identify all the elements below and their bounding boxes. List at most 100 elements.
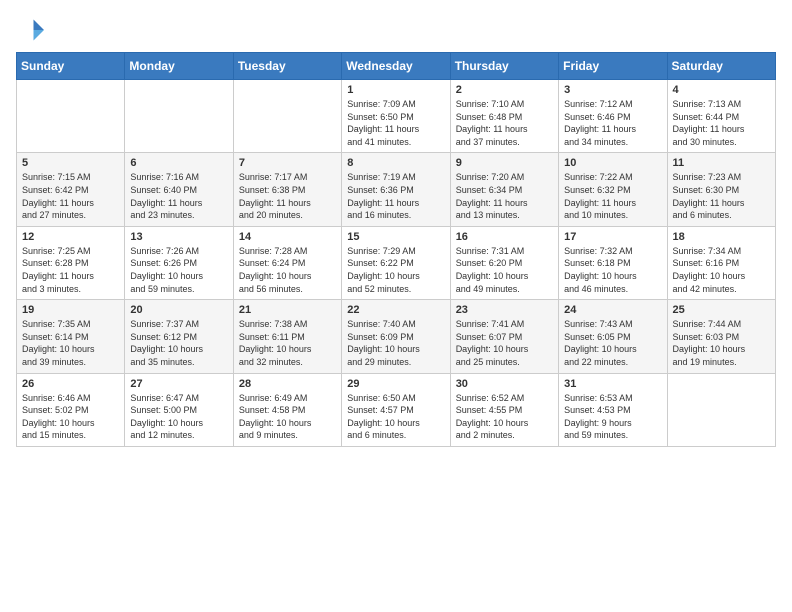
- weekday-header-tuesday: Tuesday: [233, 53, 341, 80]
- day-info: Sunrise: 7:15 AM Sunset: 6:42 PM Dayligh…: [22, 171, 119, 221]
- weekday-header-friday: Friday: [559, 53, 667, 80]
- calendar-cell: 26 Sunrise: 6:46 AM Sunset: 5:02 PM Dayli…: [17, 373, 125, 446]
- day-number: 11: [673, 157, 770, 169]
- day-number: 22: [347, 304, 444, 316]
- logo-icon: [16, 16, 44, 44]
- day-info: Sunrise: 7:20 AM Sunset: 6:34 PM Dayligh…: [456, 171, 553, 221]
- day-info: Sunrise: 6:47 AM Sunset: 5:00 PM Dayligh…: [130, 392, 227, 442]
- weekday-header-sunday: Sunday: [17, 53, 125, 80]
- day-number: 14: [239, 231, 336, 243]
- calendar-cell: [125, 80, 233, 153]
- day-number: 12: [22, 231, 119, 243]
- day-info: Sunrise: 7:17 AM Sunset: 6:38 PM Dayligh…: [239, 171, 336, 221]
- calendar-week-row: 19 Sunrise: 7:35 AM Sunset: 6:14 PM Dayli…: [17, 300, 776, 373]
- day-number: 24: [564, 304, 661, 316]
- day-info: Sunrise: 7:09 AM Sunset: 6:50 PM Dayligh…: [347, 98, 444, 148]
- calendar-cell: 22 Sunrise: 7:40 AM Sunset: 6:09 PM Dayli…: [342, 300, 450, 373]
- day-info: Sunrise: 7:16 AM Sunset: 6:40 PM Dayligh…: [130, 171, 227, 221]
- calendar-cell: 12 Sunrise: 7:25 AM Sunset: 6:28 PM Dayli…: [17, 226, 125, 299]
- day-info: Sunrise: 6:52 AM Sunset: 4:55 PM Dayligh…: [456, 392, 553, 442]
- day-number: 17: [564, 231, 661, 243]
- day-number: 29: [347, 378, 444, 390]
- calendar-week-row: 12 Sunrise: 7:25 AM Sunset: 6:28 PM Dayli…: [17, 226, 776, 299]
- calendar-week-row: 26 Sunrise: 6:46 AM Sunset: 5:02 PM Dayli…: [17, 373, 776, 446]
- day-number: 31: [564, 378, 661, 390]
- calendar-table: SundayMondayTuesdayWednesdayThursdayFrid…: [16, 52, 776, 447]
- day-info: Sunrise: 7:35 AM Sunset: 6:14 PM Dayligh…: [22, 318, 119, 368]
- day-info: Sunrise: 7:22 AM Sunset: 6:32 PM Dayligh…: [564, 171, 661, 221]
- day-info: Sunrise: 7:19 AM Sunset: 6:36 PM Dayligh…: [347, 171, 444, 221]
- day-info: Sunrise: 7:10 AM Sunset: 6:48 PM Dayligh…: [456, 98, 553, 148]
- day-number: 27: [130, 378, 227, 390]
- day-number: 8: [347, 157, 444, 169]
- calendar-cell: 18Sunrise: 7:34 AM Sunset: 6:16 PM Dayli…: [667, 226, 775, 299]
- day-info: Sunrise: 7:34 AM Sunset: 6:16 PM Dayligh…: [673, 245, 770, 295]
- calendar-cell: [17, 80, 125, 153]
- day-info: Sunrise: 6:50 AM Sunset: 4:57 PM Dayligh…: [347, 392, 444, 442]
- day-info: Sunrise: 7:32 AM Sunset: 6:18 PM Dayligh…: [564, 245, 661, 295]
- calendar-cell: 15Sunrise: 7:29 AM Sunset: 6:22 PM Dayli…: [342, 226, 450, 299]
- calendar-cell: 20 Sunrise: 7:37 AM Sunset: 6:12 PM Dayli…: [125, 300, 233, 373]
- weekday-header-row: SundayMondayTuesdayWednesdayThursdayFrid…: [17, 53, 776, 80]
- day-info: Sunrise: 7:25 AM Sunset: 6:28 PM Dayligh…: [22, 245, 119, 295]
- day-info: Sunrise: 7:23 AM Sunset: 6:30 PM Dayligh…: [673, 171, 770, 221]
- day-number: 5: [22, 157, 119, 169]
- calendar-cell: 7 Sunrise: 7:17 AM Sunset: 6:38 PM Daylig…: [233, 153, 341, 226]
- calendar-cell: 8 Sunrise: 7:19 AM Sunset: 6:36 PM Daylig…: [342, 153, 450, 226]
- day-number: 2: [456, 84, 553, 96]
- day-info: Sunrise: 7:41 AM Sunset: 6:07 PM Dayligh…: [456, 318, 553, 368]
- day-number: 3: [564, 84, 661, 96]
- calendar-cell: 30 Sunrise: 6:52 AM Sunset: 4:55 PM Dayli…: [450, 373, 558, 446]
- weekday-header-saturday: Saturday: [667, 53, 775, 80]
- calendar-cell: 4 Sunrise: 7:13 AM Sunset: 6:44 PM Daylig…: [667, 80, 775, 153]
- day-info: Sunrise: 7:31 AM Sunset: 6:20 PM Dayligh…: [456, 245, 553, 295]
- day-number: 13: [130, 231, 227, 243]
- day-number: 26: [22, 378, 119, 390]
- day-info: Sunrise: 6:46 AM Sunset: 5:02 PM Dayligh…: [22, 392, 119, 442]
- calendar-week-row: 1Sunrise: 7:09 AM Sunset: 6:50 PM Daylig…: [17, 80, 776, 153]
- day-number: 23: [456, 304, 553, 316]
- calendar-cell: 28 Sunrise: 6:49 AM Sunset: 4:58 PM Dayli…: [233, 373, 341, 446]
- calendar-week-row: 5 Sunrise: 7:15 AM Sunset: 6:42 PM Daylig…: [17, 153, 776, 226]
- calendar-cell: 2 Sunrise: 7:10 AM Sunset: 6:48 PM Daylig…: [450, 80, 558, 153]
- logo: [16, 16, 48, 44]
- day-number: 7: [239, 157, 336, 169]
- day-info: Sunrise: 7:13 AM Sunset: 6:44 PM Dayligh…: [673, 98, 770, 148]
- calendar-cell: 19 Sunrise: 7:35 AM Sunset: 6:14 PM Dayli…: [17, 300, 125, 373]
- page-header: [16, 16, 776, 44]
- day-info: Sunrise: 7:43 AM Sunset: 6:05 PM Dayligh…: [564, 318, 661, 368]
- day-number: 19: [22, 304, 119, 316]
- calendar-cell: 29 Sunrise: 6:50 AM Sunset: 4:57 PM Dayli…: [342, 373, 450, 446]
- weekday-header-thursday: Thursday: [450, 53, 558, 80]
- calendar-cell: 9 Sunrise: 7:20 AM Sunset: 6:34 PM Daylig…: [450, 153, 558, 226]
- day-number: 25: [673, 304, 770, 316]
- day-info: Sunrise: 7:37 AM Sunset: 6:12 PM Dayligh…: [130, 318, 227, 368]
- day-number: 4: [673, 84, 770, 96]
- calendar-cell: 16Sunrise: 7:31 AM Sunset: 6:20 PM Dayli…: [450, 226, 558, 299]
- calendar-cell: 24 Sunrise: 7:43 AM Sunset: 6:05 PM Dayli…: [559, 300, 667, 373]
- day-info: Sunrise: 7:38 AM Sunset: 6:11 PM Dayligh…: [239, 318, 336, 368]
- day-number: 9: [456, 157, 553, 169]
- day-number: 30: [456, 378, 553, 390]
- calendar-cell: 13 Sunrise: 7:26 AM Sunset: 6:26 PM Dayli…: [125, 226, 233, 299]
- day-info: Sunrise: 7:40 AM Sunset: 6:09 PM Dayligh…: [347, 318, 444, 368]
- calendar-cell: 1Sunrise: 7:09 AM Sunset: 6:50 PM Daylig…: [342, 80, 450, 153]
- calendar-cell: 6 Sunrise: 7:16 AM Sunset: 6:40 PM Daylig…: [125, 153, 233, 226]
- day-info: Sunrise: 6:53 AM Sunset: 4:53 PM Dayligh…: [564, 392, 661, 442]
- day-info: Sunrise: 7:12 AM Sunset: 6:46 PM Dayligh…: [564, 98, 661, 148]
- day-number: 21: [239, 304, 336, 316]
- day-info: Sunrise: 7:44 AM Sunset: 6:03 PM Dayligh…: [673, 318, 770, 368]
- day-number: 6: [130, 157, 227, 169]
- weekday-header-wednesday: Wednesday: [342, 53, 450, 80]
- calendar-cell: 21 Sunrise: 7:38 AM Sunset: 6:11 PM Dayli…: [233, 300, 341, 373]
- calendar-cell: 3 Sunrise: 7:12 AM Sunset: 6:46 PM Daylig…: [559, 80, 667, 153]
- day-number: 28: [239, 378, 336, 390]
- day-number: 15: [347, 231, 444, 243]
- day-info: Sunrise: 7:28 AM Sunset: 6:24 PM Dayligh…: [239, 245, 336, 295]
- calendar-cell: 27 Sunrise: 6:47 AM Sunset: 5:00 PM Dayli…: [125, 373, 233, 446]
- day-info: Sunrise: 7:26 AM Sunset: 6:26 PM Dayligh…: [130, 245, 227, 295]
- day-number: 20: [130, 304, 227, 316]
- calendar-cell: [233, 80, 341, 153]
- day-info: Sunrise: 6:49 AM Sunset: 4:58 PM Dayligh…: [239, 392, 336, 442]
- calendar-cell: 5 Sunrise: 7:15 AM Sunset: 6:42 PM Daylig…: [17, 153, 125, 226]
